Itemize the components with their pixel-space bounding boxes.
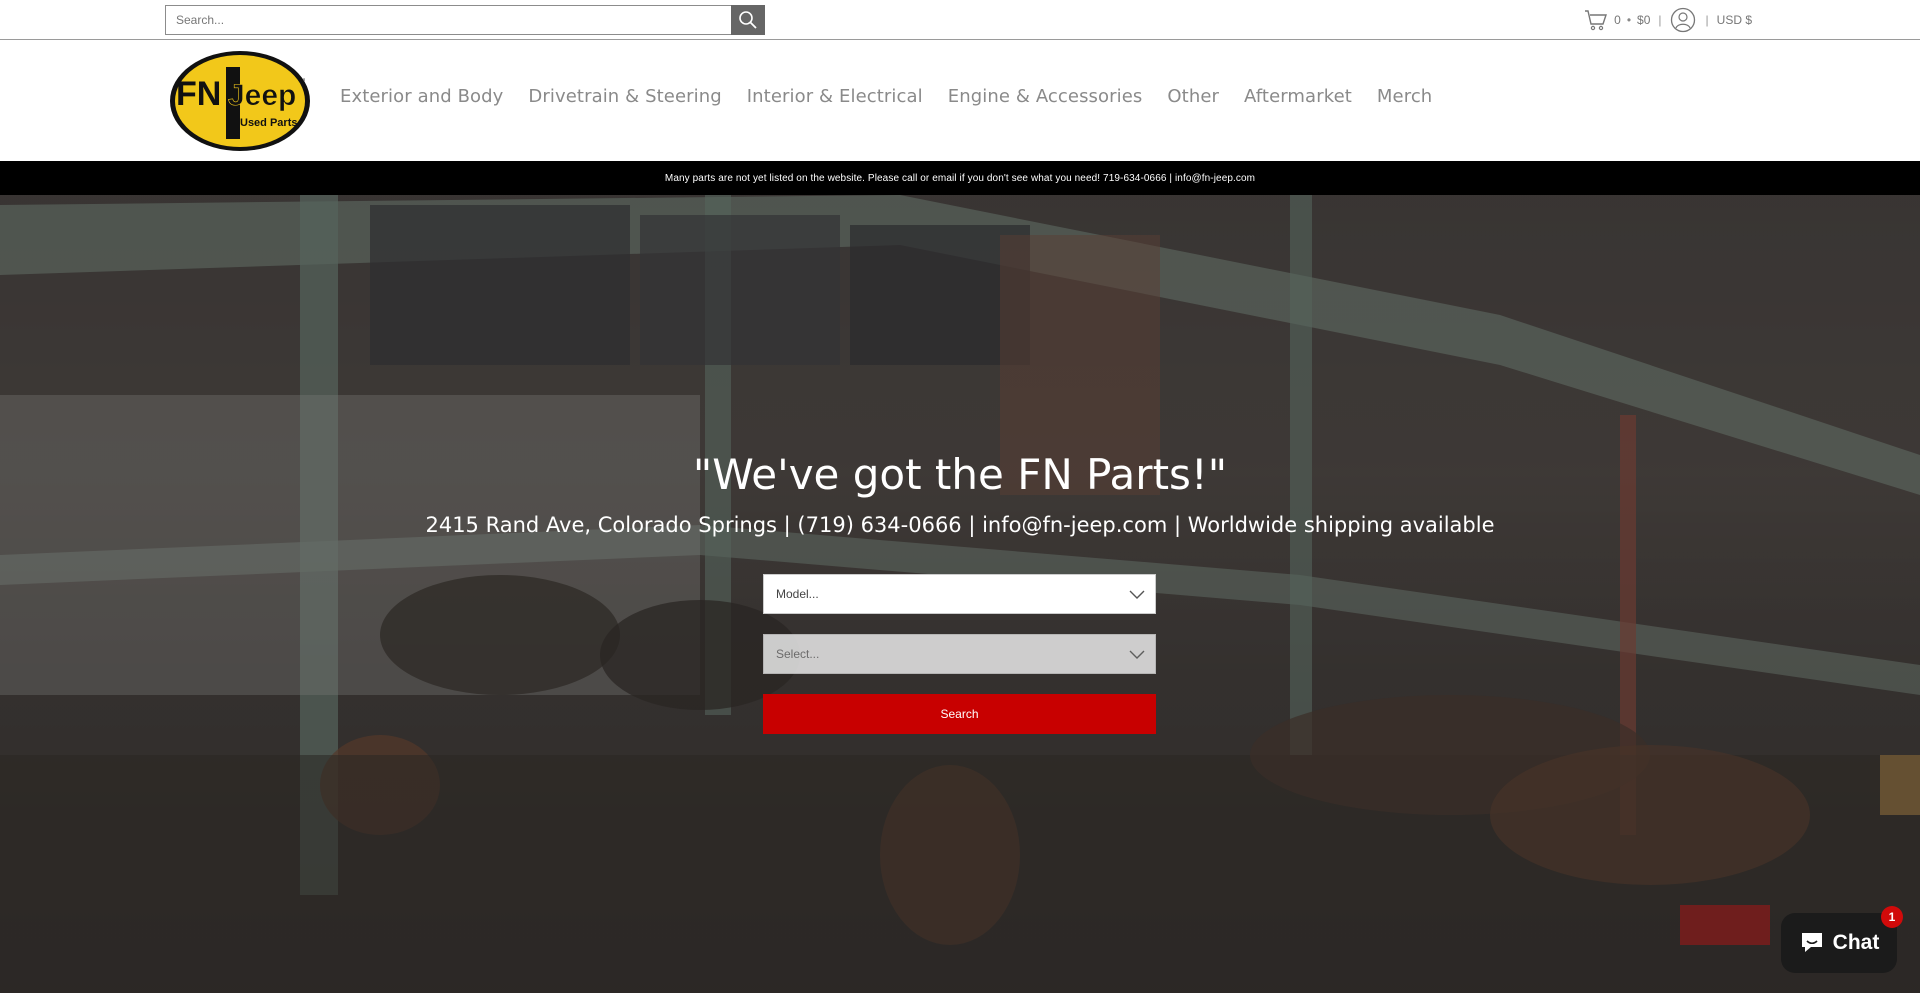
model-select-value: Model...	[776, 587, 819, 601]
chat-notification-badge: 1	[1881, 906, 1903, 928]
nav-interior-electrical[interactable]: Interior & Electrical	[747, 86, 923, 107]
cart-icon[interactable]	[1584, 9, 1608, 31]
logo-fn-text: FN	[176, 75, 221, 113]
site-logo[interactable]: FN Jeep ™ Used Parts	[168, 49, 312, 153]
nav-exterior-and-body[interactable]: Exterior and Body	[340, 86, 503, 107]
nav-merch[interactable]: Merch	[1377, 86, 1432, 107]
chat-bubble-icon	[1801, 933, 1822, 952]
main-header: FN Jeep ™ Used Parts Exterior and Body D…	[0, 41, 1920, 161]
nav-other[interactable]: Other	[1167, 86, 1219, 107]
model-select[interactable]: Model...	[763, 574, 1156, 614]
currency-selector[interactable]: USD $	[1717, 13, 1752, 27]
cart-total[interactable]: $0	[1637, 13, 1650, 27]
search-submit-button[interactable]	[731, 5, 765, 35]
account-cart-bar: 0 • $0 | | USD $	[1584, 6, 1752, 34]
nav-drivetrain-steering[interactable]: Drivetrain & Steering	[528, 86, 721, 107]
separator-dot: •	[1626, 13, 1632, 27]
chevron-down-icon	[1129, 650, 1145, 659]
cart-count[interactable]: 0	[1614, 13, 1621, 27]
nav-aftermarket[interactable]: Aftermarket	[1244, 86, 1352, 107]
hero-title: "We've got the FN Parts!"	[692, 450, 1228, 499]
nav-engine-accessories[interactable]: Engine & Accessories	[948, 86, 1143, 107]
chat-label: Chat	[1832, 931, 1880, 954]
logo-tm: ™	[298, 78, 305, 85]
chevron-down-icon	[1129, 590, 1145, 599]
logo-jeep-text: Jeep	[228, 79, 296, 112]
parts-search-button[interactable]: Search	[763, 694, 1156, 734]
separator: |	[1705, 13, 1709, 27]
site-search	[165, 5, 765, 35]
main-nav: Exterior and Body Drivetrain & Steering …	[340, 86, 1457, 107]
hero-subtitle: 2415 Rand Ave, Colorado Springs | (719) …	[425, 513, 1495, 537]
top-utility-bar: 0 • $0 | | USD $	[0, 0, 1920, 40]
chat-button[interactable]: Chat	[1781, 913, 1897, 973]
logo-subtitle: Used Parts	[240, 117, 297, 129]
part-select-value: Select...	[776, 647, 820, 661]
part-select[interactable]: Select...	[763, 634, 1156, 674]
account-icon[interactable]	[1670, 7, 1696, 33]
hero-banner: "We've got the FN Parts!" 2415 Rand Ave,…	[0, 195, 1920, 993]
search-input[interactable]	[165, 5, 731, 35]
separator: |	[1658, 13, 1662, 27]
announcement-bar: Many parts are not yet listed on the web…	[0, 161, 1920, 195]
search-icon	[739, 11, 757, 29]
